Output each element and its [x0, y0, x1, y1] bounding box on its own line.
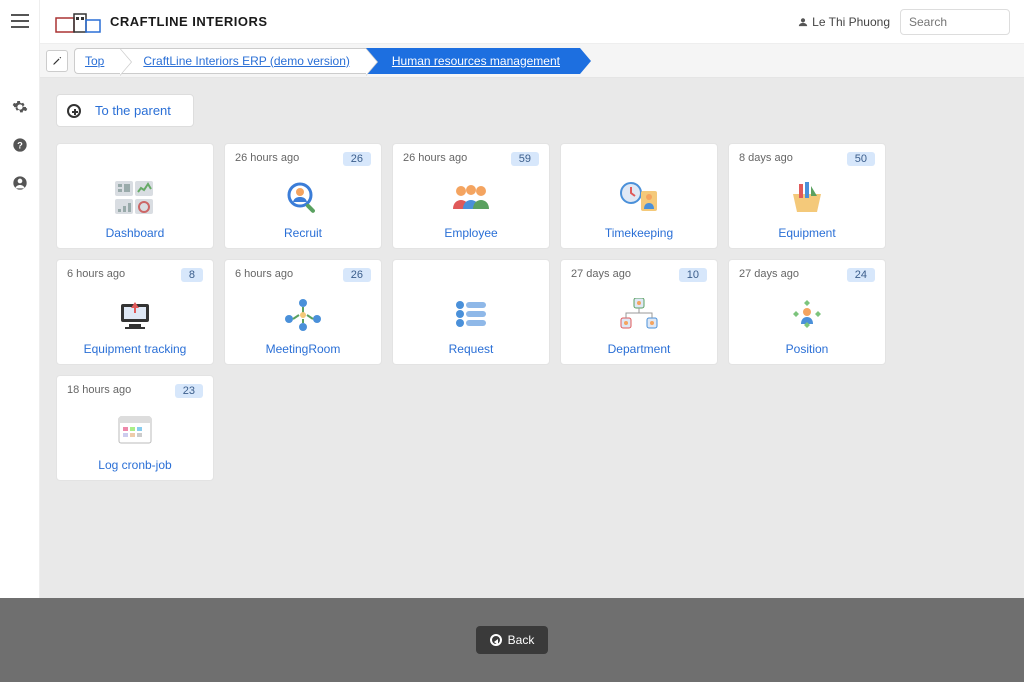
back-button[interactable]: Back: [476, 626, 549, 654]
card-time: 18 hours ago: [67, 384, 131, 396]
card-timekeeping[interactable]: Timekeeping: [560, 143, 718, 249]
recruit-icon: [235, 170, 371, 226]
card-dashboard[interactable]: Dashboard: [56, 143, 214, 249]
card-label: Position: [739, 342, 875, 358]
card-equipment[interactable]: 8 days ago 50 Equipment: [728, 143, 886, 249]
logo[interactable]: CRAFTLINE INTERIORS: [54, 8, 268, 36]
to-parent-button[interactable]: To the parent: [56, 94, 194, 127]
user-icon: [798, 17, 808, 27]
header: CRAFTLINE INTERIORS Le Thi Phuong: [40, 0, 1024, 44]
card-label: Department: [571, 342, 707, 358]
card-label: Equipment: [739, 226, 875, 242]
pencil-icon: [52, 56, 62, 66]
dept-icon: [571, 286, 707, 342]
card-meetingroom[interactable]: 6 hours ago 26 MeetingRoom: [224, 259, 382, 365]
card-label: Request: [403, 342, 539, 358]
card-label: Timekeeping: [571, 226, 707, 242]
breadcrumb-erp[interactable]: CraftLine Interiors ERP (demo version): [120, 48, 366, 74]
card-request[interactable]: Request: [392, 259, 550, 365]
card-department[interactable]: 27 days ago 10 Department: [560, 259, 718, 365]
card-position[interactable]: 27 days ago 24 Position: [728, 259, 886, 365]
user-name: Le Thi Phuong: [812, 15, 890, 29]
card-time: 27 days ago: [739, 268, 799, 280]
card-equipment-tracking[interactable]: 6 hours ago 8 Equipment tracking: [56, 259, 214, 365]
footer: Back: [0, 598, 1024, 682]
card-label: Log cronb-job: [67, 458, 203, 474]
breadcrumb-edit-button[interactable]: [46, 50, 68, 72]
profile-icon[interactable]: [11, 174, 29, 192]
breadcrumb-current[interactable]: Human resources management: [366, 48, 580, 74]
brand-text: CRAFTLINE INTERIORS: [110, 14, 268, 29]
card-label: MeetingRoom: [235, 342, 371, 358]
card-badge: 50: [847, 152, 875, 166]
card-badge: 10: [679, 268, 707, 282]
content-area: To the parent Dashboard 26 hours ago 26 Rec…: [40, 78, 1024, 682]
breadcrumb: Top CraftLine Interiors ERP (demo versio…: [40, 44, 1024, 78]
plus-icon: [67, 104, 81, 118]
card-time: 6 hours ago: [235, 268, 293, 280]
card-log-cronb-job[interactable]: 18 hours ago 23 Log cronb-job: [56, 375, 214, 481]
breadcrumb-top[interactable]: Top: [74, 48, 120, 74]
card-badge: 23: [175, 384, 203, 398]
card-grid: Dashboard26 hours ago26Recruit26 hours a…: [56, 143, 1008, 481]
menu-icon[interactable]: [11, 12, 29, 30]
logo-icon: [54, 8, 104, 36]
meeting-icon: [235, 286, 371, 342]
user-menu[interactable]: Le Thi Phuong: [798, 15, 890, 29]
card-time: 8 days ago: [739, 152, 793, 164]
card-label: Dashboard: [67, 226, 203, 242]
gear-icon[interactable]: [11, 98, 29, 116]
request-icon: [403, 286, 539, 342]
position-icon: [739, 286, 875, 342]
svg-text:?: ?: [17, 140, 23, 150]
back-icon: [490, 634, 502, 646]
card-badge: 26: [343, 152, 371, 166]
card-badge: 26: [343, 268, 371, 282]
search-input[interactable]: [900, 9, 1010, 35]
card-badge: 8: [181, 268, 203, 282]
card-recruit[interactable]: 26 hours ago 26 Recruit: [224, 143, 382, 249]
equipment-icon: [739, 170, 875, 226]
card-time: 27 days ago: [571, 268, 631, 280]
log-icon: [67, 402, 203, 458]
employee-icon: [403, 170, 539, 226]
card-employee[interactable]: 26 hours ago 59 Employee: [392, 143, 550, 249]
card-label: Equipment tracking: [67, 342, 203, 358]
search-box: [900, 9, 1010, 35]
help-icon[interactable]: ?: [11, 136, 29, 154]
left-rail: ?: [0, 0, 40, 682]
track-icon: [67, 286, 203, 342]
card-time: 26 hours ago: [235, 152, 299, 164]
dashboard-icon: [67, 170, 203, 226]
card-label: Employee: [403, 226, 539, 242]
timekeeping-icon: [571, 170, 707, 226]
card-time: 6 hours ago: [67, 268, 125, 280]
card-time: 26 hours ago: [403, 152, 467, 164]
card-badge: 24: [847, 268, 875, 282]
card-label: Recruit: [235, 226, 371, 242]
card-badge: 59: [511, 152, 539, 166]
